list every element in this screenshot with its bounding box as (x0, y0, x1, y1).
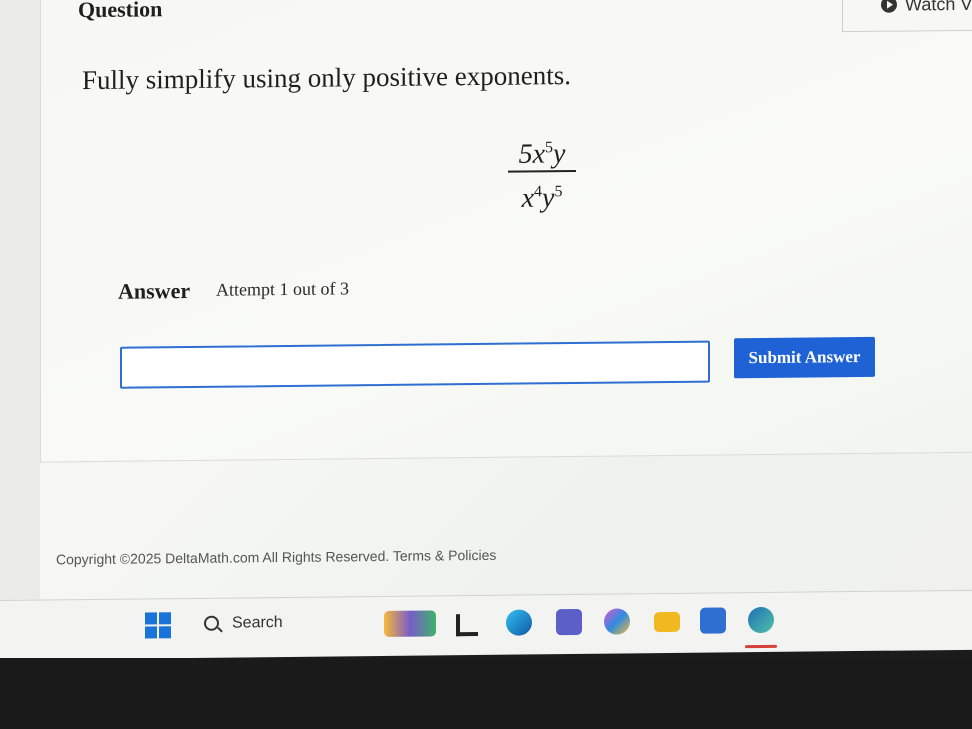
store-icon[interactable] (700, 607, 726, 634)
search-label: Search (232, 614, 283, 632)
windows-taskbar: Search (0, 589, 972, 659)
fraction-numerator: 5x5y (518, 138, 566, 170)
copyright-text: Copyright ©2025 DeltaMath.com All Rights… (56, 546, 497, 568)
fraction-denominator: x4y5 (521, 182, 563, 214)
copilot-icon[interactable] (604, 608, 630, 635)
widgets-icon[interactable] (384, 610, 436, 637)
question-instruction: Fully simplify using only positive expon… (82, 60, 572, 96)
answer-input[interactable] (120, 340, 710, 389)
taskbar-search[interactable]: Search (196, 610, 306, 639)
file-explorer-icon[interactable] (654, 611, 680, 633)
submit-answer-button[interactable]: Submit Answer (734, 336, 875, 379)
math-expression: 5x5y x4y5 (504, 130, 580, 214)
page-margin (0, 0, 40, 600)
fraction-bar (508, 169, 576, 173)
windows-start-icon[interactable] (145, 612, 171, 639)
watch-video-button[interactable]: Watch V (842, 0, 972, 33)
search-icon (204, 615, 219, 631)
monitor-bezel (0, 658, 972, 729)
answer-label: Answer (118, 278, 191, 304)
browser-icon[interactable] (748, 606, 774, 634)
teams-icon[interactable] (556, 608, 582, 636)
browser-page: Question Watch V Fully simplify using on… (0, 0, 972, 661)
active-app-indicator (745, 644, 777, 649)
question-heading: Question (78, 0, 163, 23)
edge-icon[interactable] (506, 609, 532, 636)
task-view-icon[interactable] (456, 613, 478, 637)
play-icon (881, 0, 897, 13)
watch-video-label: Watch V (905, 0, 972, 15)
attempt-counter: Attempt 1 out of 3 (216, 278, 349, 300)
